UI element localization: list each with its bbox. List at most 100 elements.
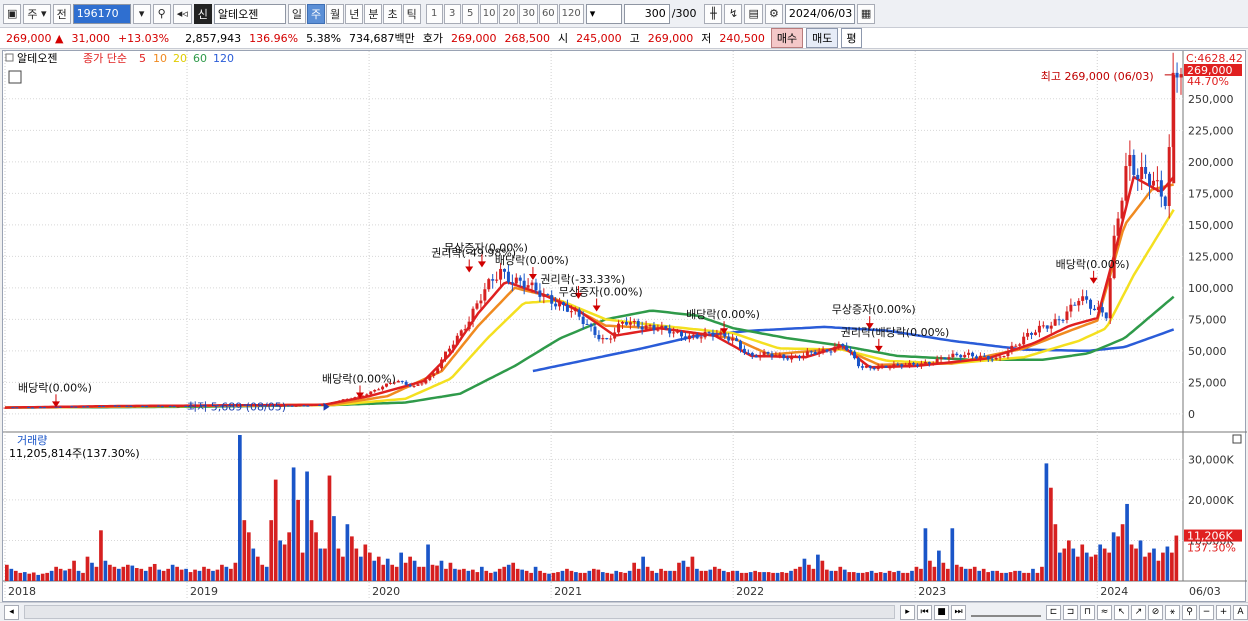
draw-tool-icon-2[interactable]: ⊐ bbox=[1063, 604, 1078, 620]
minute-step-button-6[interactable]: 60 bbox=[538, 3, 558, 24]
candle-body bbox=[900, 364, 904, 367]
interval-button-0[interactable]: 일 bbox=[287, 3, 306, 24]
candle-body bbox=[514, 277, 518, 284]
volume-bar bbox=[708, 569, 713, 581]
zoom-out-icon[interactable]: − bbox=[1199, 604, 1214, 620]
interval-button-5[interactable]: 초 bbox=[383, 3, 402, 24]
volume-bar bbox=[72, 560, 76, 581]
avg-button[interactable]: 평 bbox=[841, 28, 862, 48]
interval-group: 일주월년분초틱 bbox=[287, 3, 421, 24]
candle-body bbox=[412, 385, 416, 387]
table-icon[interactable] bbox=[8, 70, 22, 84]
candle-body bbox=[432, 373, 436, 376]
volume-bar bbox=[170, 564, 175, 581]
count-input[interactable]: 300 bbox=[623, 3, 670, 24]
zoom-slider[interactable] bbox=[971, 607, 1041, 617]
volume-bar bbox=[833, 570, 838, 581]
volume-bar bbox=[421, 566, 426, 581]
interval-button-4[interactable]: 분 bbox=[364, 3, 383, 24]
price-tick-label: 175,000 bbox=[1188, 187, 1234, 200]
forward-icon[interactable]: ⏭ bbox=[951, 604, 966, 620]
candle-body bbox=[1057, 319, 1061, 321]
candle-body bbox=[526, 285, 530, 288]
volume-bar bbox=[291, 467, 296, 581]
period-select[interactable]: 주 ▾ bbox=[23, 3, 51, 24]
volume-bar bbox=[1053, 524, 1058, 581]
zoom-icon[interactable]: ⚲ bbox=[1182, 604, 1197, 620]
volume-bar bbox=[641, 556, 645, 581]
volume-bar bbox=[54, 566, 58, 581]
code-dropdown-icon[interactable]: ▾ bbox=[132, 3, 151, 24]
tool-icon[interactable]: ↯ bbox=[724, 3, 743, 24]
sell-button[interactable]: 매도 bbox=[806, 28, 839, 48]
candle-body bbox=[369, 391, 373, 395]
draw-tool-icon-5[interactable]: ↖ bbox=[1114, 604, 1129, 620]
candle-icon[interactable]: ╫ bbox=[704, 3, 723, 24]
volume-bar bbox=[350, 536, 354, 581]
candle-body bbox=[310, 405, 314, 407]
minute-step-button-5[interactable]: 30 bbox=[519, 3, 538, 24]
draw-tool-icon-7[interactable]: ⊘ bbox=[1148, 604, 1163, 620]
candle-body bbox=[770, 353, 774, 357]
stop-icon[interactable]: ■ bbox=[934, 604, 949, 620]
minute-step-button-4[interactable]: 20 bbox=[499, 3, 519, 24]
candle-body bbox=[636, 320, 640, 327]
legend-checkbox[interactable] bbox=[5, 53, 14, 62]
candle-body bbox=[660, 325, 664, 330]
play-icon[interactable]: ▸ bbox=[900, 604, 915, 620]
draw-tool-icon-3[interactable]: ⊓ bbox=[1080, 604, 1095, 620]
volume-bar bbox=[1120, 524, 1125, 581]
text-tool-icon[interactable]: A bbox=[1233, 604, 1248, 620]
interval-button-3[interactable]: 년 bbox=[345, 3, 364, 24]
candle-body bbox=[420, 383, 424, 385]
volume-bar bbox=[506, 564, 511, 581]
candle-body bbox=[550, 295, 554, 304]
minute-step-button-3[interactable]: 10 bbox=[479, 3, 499, 24]
save-icon[interactable]: ▤ bbox=[744, 3, 763, 24]
candle-body bbox=[62, 406, 66, 408]
candle-body bbox=[361, 395, 365, 397]
interval-button-2[interactable]: 월 bbox=[326, 3, 345, 24]
search-icon[interactable]: ⚲ bbox=[152, 3, 171, 24]
interval-button-6[interactable]: 틱 bbox=[402, 3, 421, 24]
volume-bar bbox=[1031, 568, 1035, 581]
candle-body bbox=[943, 357, 947, 360]
candle-body bbox=[109, 405, 113, 407]
rewind-icon[interactable]: ⏮ bbox=[917, 604, 932, 620]
minute-step-button-0[interactable]: 1 bbox=[425, 3, 443, 24]
candle-body bbox=[1010, 345, 1014, 352]
zoom-in-icon[interactable]: + bbox=[1216, 604, 1231, 620]
interval-button-1[interactable]: 주 bbox=[306, 3, 326, 24]
gear-icon[interactable]: ⚙ bbox=[764, 3, 783, 24]
chart-area[interactable]: 0 25,000 50,000 75,000 100,000 125,000 150,000… bbox=[2, 50, 1247, 603]
candle-body bbox=[624, 321, 628, 325]
layout-icon[interactable]: ▣ bbox=[3, 3, 22, 24]
minute-step-button-2[interactable]: 5 bbox=[461, 3, 479, 24]
draw-tool-icon-1[interactable]: ⊏ bbox=[1046, 604, 1061, 620]
volume-bar bbox=[367, 552, 372, 581]
draw-tool-icon-4[interactable]: ≈ bbox=[1097, 604, 1112, 620]
speaker-icon[interactable]: ◂◃ bbox=[172, 3, 192, 24]
volume-bar bbox=[963, 568, 968, 581]
scroll-left-button[interactable]: ◂ bbox=[4, 604, 19, 620]
draw-tool-icon-8[interactable]: ⚹ bbox=[1165, 604, 1180, 620]
minute-custom-input[interactable]: ▾ bbox=[585, 3, 622, 24]
date-input[interactable]: 2024/06/03 bbox=[784, 3, 855, 24]
last-volume-pct: 137.30% bbox=[1187, 542, 1236, 555]
candle-chart-svg[interactable]: 0 25,000 50,000 75,000 100,000 125,000 150,000… bbox=[3, 51, 1247, 603]
stock-code-input[interactable]: 196170 bbox=[72, 3, 131, 24]
buy-button[interactable]: 매수 bbox=[770, 28, 804, 48]
x-tick-label: 2018 bbox=[8, 585, 36, 598]
candle-body bbox=[632, 320, 636, 323]
draw-tool-icon-6[interactable]: ↗ bbox=[1131, 604, 1146, 620]
prev-button[interactable]: 전 bbox=[52, 3, 71, 24]
candle-body bbox=[353, 397, 357, 399]
x-tick-label: 2020 bbox=[372, 585, 400, 598]
volume-bar bbox=[488, 572, 493, 581]
minute-step-button-1[interactable]: 3 bbox=[443, 3, 461, 24]
candle-body bbox=[416, 384, 420, 386]
calendar-icon[interactable]: ▦ bbox=[856, 3, 876, 24]
volume-bar bbox=[887, 570, 892, 581]
minute-step-button-7[interactable]: 120 bbox=[558, 3, 584, 24]
horizontal-scrollbar[interactable] bbox=[24, 605, 895, 619]
